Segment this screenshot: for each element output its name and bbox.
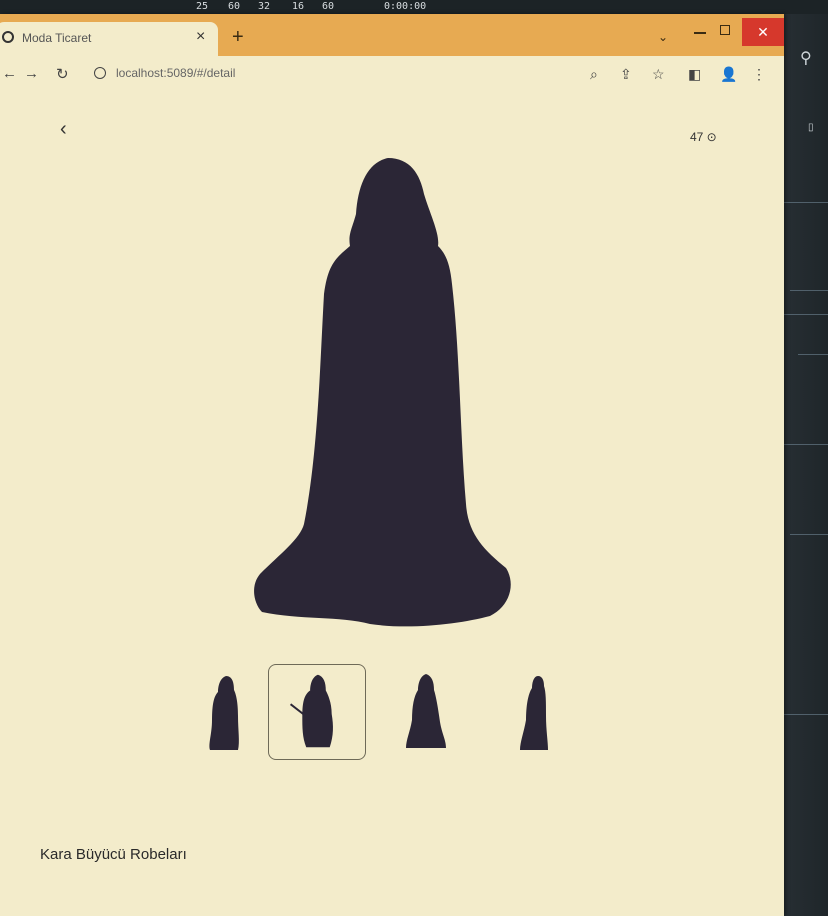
os-bar-item: 60 bbox=[228, 1, 241, 12]
back-button[interactable]: ‹ bbox=[60, 118, 67, 141]
address-bar[interactable]: localhost:5089/#/detail bbox=[116, 66, 235, 80]
browser-window: Moda Ticaret × + ⌄ ✕ ← → ↻ localhost:508… bbox=[0, 14, 784, 916]
tab-strip: Moda Ticaret × + ⌄ ✕ bbox=[0, 14, 784, 56]
bookmark-star-icon[interactable]: ☆ bbox=[652, 66, 665, 83]
close-tab-icon[interactable]: × bbox=[196, 28, 205, 46]
tab-title: Moda Ticaret bbox=[22, 31, 92, 45]
profile-icon[interactable]: 👤 bbox=[720, 66, 737, 83]
thumbnail-item[interactable] bbox=[490, 664, 588, 760]
new-tab-button[interactable]: + bbox=[232, 26, 244, 49]
os-bar-item: 25 bbox=[196, 1, 209, 12]
os-bar-clock: 0:00:00 bbox=[384, 1, 427, 12]
browser-toolbar: ← → ↻ localhost:5089/#/detail ⌕ ⇪ ☆ ◧ 👤 … bbox=[0, 56, 784, 94]
os-top-bar: 25 60 32 16 60 0:00:00 bbox=[0, 0, 828, 14]
product-detail-page: ‹ 47 ⊙ Kara Büyücü Robeları bbox=[0, 94, 784, 916]
reload-icon[interactable]: ↻ bbox=[56, 65, 69, 83]
forward-arrow-icon[interactable]: → bbox=[24, 65, 39, 82]
code-line bbox=[782, 202, 828, 203]
product-main-image bbox=[240, 154, 530, 654]
panel-label-icon: ▯ bbox=[808, 122, 814, 133]
code-line bbox=[778, 444, 828, 445]
code-line bbox=[798, 354, 828, 355]
code-line bbox=[790, 290, 828, 291]
menu-icon[interactable]: ⋮ bbox=[752, 66, 766, 83]
zoom-search-icon[interactable]: ⌕ bbox=[590, 66, 598, 83]
back-arrow-icon[interactable]: ← bbox=[2, 65, 17, 82]
hero-silhouette bbox=[254, 158, 511, 627]
thumbnail-item-selected[interactable] bbox=[268, 664, 366, 760]
toolbar-icon: ⚲ bbox=[800, 50, 812, 67]
code-line bbox=[790, 534, 828, 535]
tab-search-chevron-icon[interactable]: ⌄ bbox=[658, 30, 668, 44]
os-bar-item: 16 bbox=[292, 1, 305, 12]
thumbnail-gallery bbox=[180, 664, 580, 764]
close-window-button[interactable]: ✕ bbox=[742, 18, 784, 46]
thumbnail-item[interactable] bbox=[380, 664, 478, 760]
thumbnail-item[interactable] bbox=[180, 664, 278, 760]
favicon-icon bbox=[2, 31, 14, 43]
maximize-button[interactable] bbox=[720, 25, 730, 35]
view-counter: 47 ⊙ bbox=[690, 130, 717, 144]
os-bar-item: 32 bbox=[258, 1, 271, 12]
product-name: Kara Büyücü Robeları bbox=[40, 846, 187, 863]
browser-tab[interactable]: Moda Ticaret × bbox=[0, 22, 218, 56]
share-icon[interactable]: ⇪ bbox=[620, 66, 632, 83]
code-line bbox=[784, 314, 828, 315]
minimize-button[interactable] bbox=[694, 32, 706, 34]
sidebar-icon[interactable]: ◧ bbox=[688, 66, 701, 83]
os-bar-item: 60 bbox=[322, 1, 335, 12]
site-info-icon[interactable] bbox=[94, 67, 106, 79]
